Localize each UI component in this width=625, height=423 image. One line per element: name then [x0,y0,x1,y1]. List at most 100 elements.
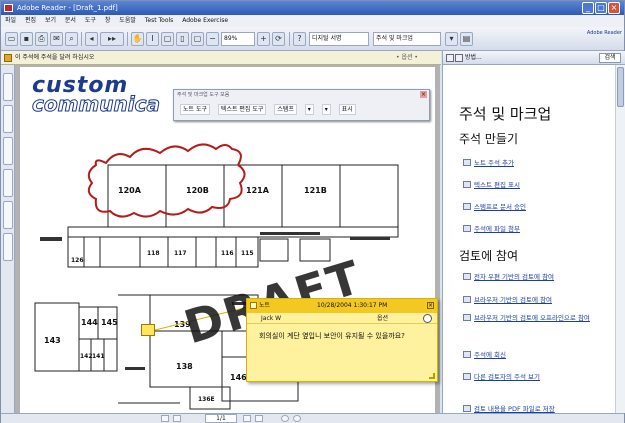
close-button[interactable]: × [608,2,620,14]
help-link[interactable]: 주석에 파일 첨부 [463,223,520,233]
help-link[interactable]: 전자 우편 기반의 검토에 참여 [463,271,554,281]
show-menu-button[interactable]: 표시 [338,104,356,115]
tasks-icon[interactable]: ▤ [460,32,473,46]
how-to-scrollbar[interactable] [615,65,625,413]
zoom-in-icon[interactable]: + [257,32,270,46]
zoom-select[interactable]: 89% [221,32,255,46]
note-date: 10/28/2004 1:30:17 PM [317,302,388,309]
help-topic-icon [463,351,471,358]
search-icon[interactable]: ⌕ [65,32,78,46]
help-link[interactable]: 검토 내용을 PDF 파일로 저장 [463,403,555,413]
open-icon[interactable]: ▭ [5,32,18,46]
email-icon[interactable]: ✉ [50,32,63,46]
help-link[interactable]: 노트 주석 추가 [463,157,514,167]
adobe-app-icon [4,4,13,12]
help-link[interactable]: 스탬프로 문서 승인 [463,201,526,211]
toolbar-divider [81,32,82,46]
page-view-icon[interactable]: ▯ [176,32,189,46]
room-label: 143 [44,336,61,345]
back-view-icon[interactable] [281,415,289,422]
note-marker-icon[interactable] [141,324,155,336]
fit-page-icon[interactable]: ▢ [191,32,204,46]
options-button[interactable]: • 옵션 • [396,51,418,64]
resize-grip-icon[interactable] [429,373,435,379]
room-label: 142 [80,353,93,360]
dropdown-icon[interactable]: ▾ [445,32,458,46]
help-link-text[interactable]: 주석에 회신 [474,351,506,359]
menu-file[interactable]: 파일 [5,17,16,24]
menu-tools[interactable]: 도구 [85,17,96,24]
note-type: 노트 [259,302,271,309]
next-page-icon[interactable]: ▸▸ [100,32,124,46]
help-link[interactable]: 다른 검토자의 주석 보기 [463,371,540,381]
toolbar-divider [289,32,290,46]
note-tool-button[interactable]: 노트 도구 [180,104,210,115]
hand-tool-icon[interactable]: ✋ [131,32,144,46]
comment-markup-toolbar: 주석 및 마크업 도구 모음 × 노트 도구 텍스트 편집 도구 스탬프 ▾ ▾… [173,89,430,121]
forward-view-icon[interactable] [293,415,301,422]
help-link-text[interactable]: 전자 우편 기반의 검토에 참여 [474,273,554,281]
how-to-search-button[interactable]: 검색 [599,53,621,63]
adobe-logo: Adobe Reader [586,30,622,36]
help-link-text[interactable]: 검토 내용을 PDF 파일로 저장 [474,405,555,413]
rotate-icon[interactable]: ⟳ [272,32,285,46]
zoom-out-icon[interactable]: − [206,32,219,46]
prev-page-icon[interactable]: ◂ [85,32,98,46]
stamp-tool-button[interactable]: 스탬프 [274,104,297,115]
room-label: 136E [198,396,215,403]
back-icon[interactable] [446,54,454,62]
menu-edit[interactable]: 편집 [25,17,36,24]
prev-page-button[interactable] [173,415,181,422]
print-icon[interactable]: ⎙ [35,32,48,46]
note-body[interactable]: 회의실이 계단 옆입니 보안이 유지될 수 있을까요? [259,330,429,342]
menu-window[interactable]: 창 [105,17,111,24]
help-link-text[interactable]: 다른 검토자의 주석 보기 [474,373,540,381]
help-icon[interactable]: ? [293,32,306,46]
shape-tool-button[interactable]: ▾ [321,104,331,115]
help-topic-icon [463,373,471,380]
home-icon[interactable] [455,54,463,62]
note-popup[interactable]: 노트 10/28/2004 1:30:17 PM × Jack W 옵션 회의실… [246,298,438,382]
first-page-icon[interactable] [161,415,169,422]
digital-signature-select[interactable]: 디지털 서명 [309,32,369,46]
note-options-button[interactable]: 옵션 [377,313,388,324]
close-icon[interactable]: × [420,91,427,98]
layers-tab[interactable] [3,137,13,165]
last-page-icon[interactable] [255,415,263,422]
help-link-text[interactable]: 주석에 파일 첨부 [474,225,520,233]
help-link-text[interactable]: 텍스트 편집 표시 [474,181,520,189]
text-edit-tool-button[interactable]: 텍스트 편집 도구 [217,104,267,115]
help-link[interactable]: 브라우저 기반의 검토에 참여 [463,294,552,304]
cloud-markup[interactable] [87,143,246,218]
note-options-icon[interactable] [423,314,432,323]
scrollbar-thumb[interactable] [617,67,624,107]
help-link-text[interactable]: 노트 주석 추가 [474,159,514,167]
help-link[interactable]: 텍스트 편집 표시 [463,179,520,189]
menu-document[interactable]: 문서 [65,17,76,24]
help-link[interactable]: 주석에 회신 [463,349,506,359]
attachments-tab[interactable] [3,201,13,229]
save-icon[interactable]: ▪ [20,32,33,46]
page-number-field[interactable]: 1/1 [205,414,237,423]
menu-test-tools[interactable]: Test Tools [145,17,174,24]
snapshot-icon[interactable]: ▢ [161,32,174,46]
select-tool-icon[interactable]: I [146,32,159,46]
comments-tab[interactable] [3,233,13,261]
close-icon[interactable]: × [427,302,434,309]
help-link-text[interactable]: 브라우저 기반의 검토에 참여 [474,296,552,304]
menu-view[interactable]: 보기 [45,17,56,24]
maximize-button[interactable]: □ [595,2,607,14]
bookmarks-tab[interactable] [3,73,13,101]
menu-help[interactable]: 도움말 [119,17,136,24]
menu-adobe-exercise[interactable]: Adobe Exercise [182,17,228,24]
minimize-button[interactable]: _ [582,2,594,14]
help-link-text[interactable]: 브라우저 기반의 검토에 오프라인으로 참여 [474,314,590,322]
help-topic-icon [463,273,471,280]
help-link[interactable]: 브라우저 기반의 검토에 오프라인으로 참여 [463,313,593,323]
next-page-button[interactable] [243,415,251,422]
help-link-text[interactable]: 스탬프로 문서 승인 [474,203,526,211]
comment-markup-select[interactable]: 주석 및 마크업 [373,32,441,46]
signatures-tab[interactable] [3,105,13,133]
pages-tab[interactable] [3,169,13,197]
highlight-tool-button[interactable]: ▾ [304,104,314,115]
